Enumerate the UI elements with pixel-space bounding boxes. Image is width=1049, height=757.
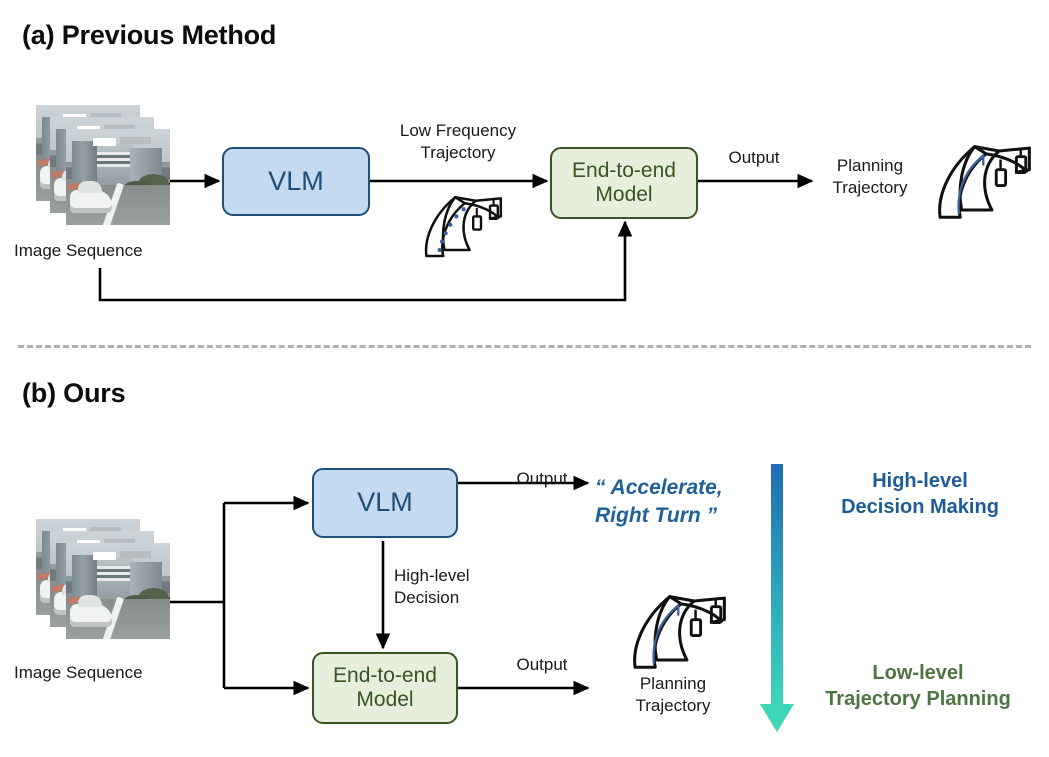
edge-label-high-level-decision: High-level Decision [394, 566, 470, 607]
planning-trajectory-label-b: Planning Trajectory [635, 674, 711, 715]
stage-caption-low-level: Low-level Trajectory Planning [825, 662, 1011, 710]
image-thumbnail-3 [66, 129, 170, 225]
edge-label-output-b-bottom: Output [516, 655, 568, 674]
stage-caption-high-level: High-level Decision Making [841, 470, 999, 518]
road-dotted-trajectory-icon [424, 195, 503, 258]
section-b-title: (b) Ours [22, 378, 126, 408]
image-sequence-a [36, 105, 170, 230]
end-to-end-model-box-b[interactable]: End-to-end Model [312, 652, 458, 724]
vlm-box-a[interactable]: VLM [222, 147, 370, 216]
planning-trajectory-label-a: Planning Trajectory [832, 156, 908, 197]
vlm-output-quote: “ Accelerate, Right Turn ” [595, 476, 723, 528]
image-sequence-b [36, 519, 170, 644]
end-to-end-model-box-a[interactable]: End-to-end Model [550, 147, 698, 219]
edge-label-low-frequency-trajectory: Low Frequency Trajectory [399, 121, 517, 162]
image-sequence-b-label: Image Sequence [14, 663, 143, 682]
edge-label-output-a: Output [728, 148, 780, 167]
section-a-arrows [98, 173, 814, 302]
section-divider [18, 345, 1031, 348]
edge-label-output-b-top: Output [516, 469, 568, 488]
diagram-page: (a) Previous Method Image Sequence VLM L… [0, 0, 1049, 757]
road-arrow-trajectory-icon-a [938, 145, 1031, 219]
section-a-title: (a) Previous Method [22, 20, 277, 50]
image-sequence-a-label: Image Sequence [14, 241, 143, 260]
vlm-box-b[interactable]: VLM [312, 468, 458, 538]
road-arrow-trajectory-icon-b [633, 595, 726, 669]
image-thumbnail-3 [66, 543, 170, 639]
